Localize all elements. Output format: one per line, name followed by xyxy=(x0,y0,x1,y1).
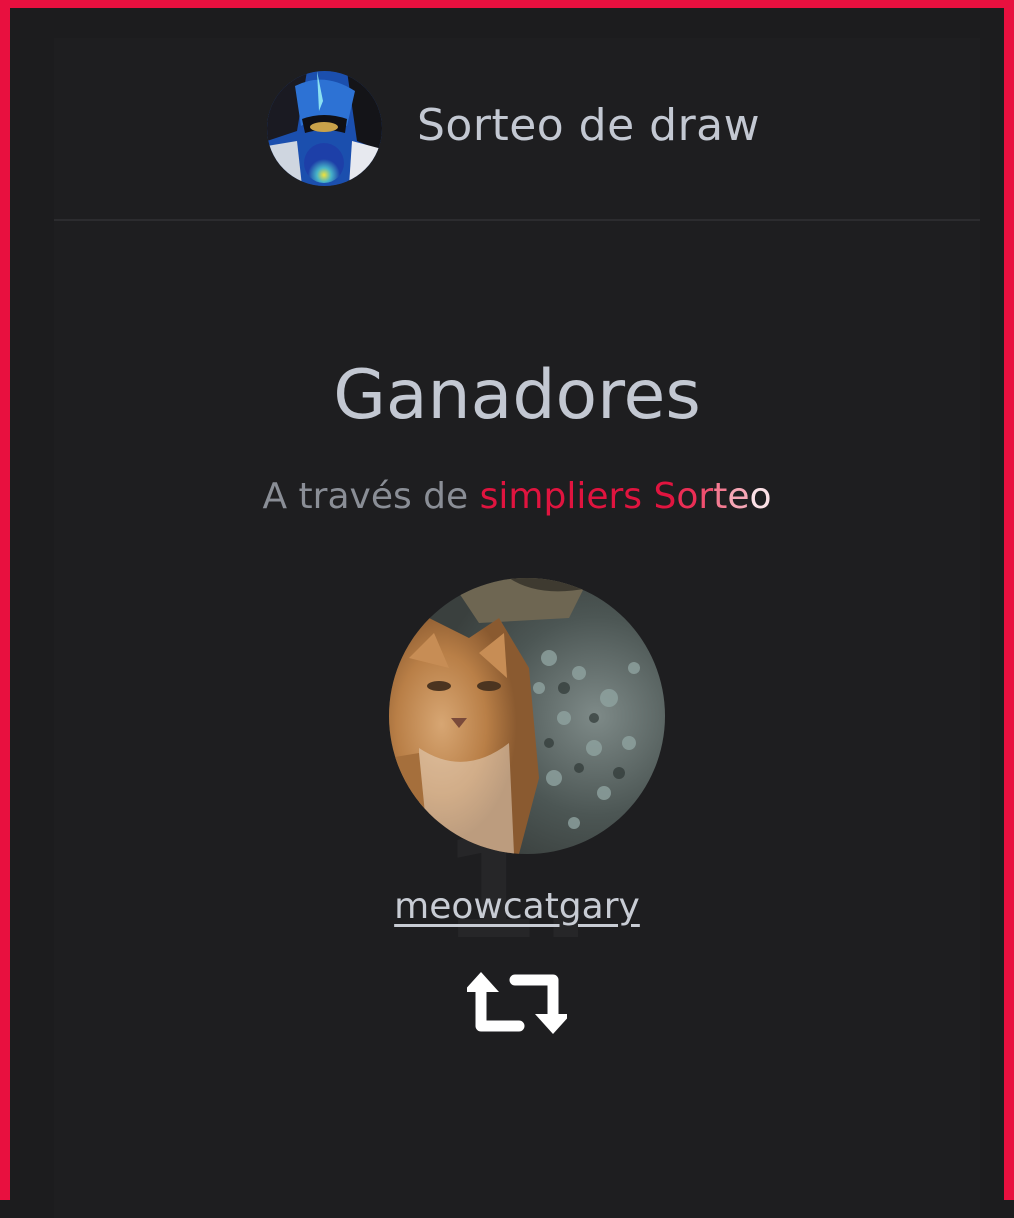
subtitle-letter: e xyxy=(727,476,750,517)
winner-username-link[interactable]: meowcatgary xyxy=(54,886,980,927)
profile-avatar xyxy=(267,71,382,186)
retweet-icon xyxy=(463,968,571,1038)
subtitle: A través de simpliers Sorteo xyxy=(54,476,980,517)
giveaway-card: Sorteo de draw Ganadores A través de sim… xyxy=(54,38,980,1218)
cat-avatar xyxy=(389,578,665,854)
header: Sorteo de draw xyxy=(54,38,980,221)
subtitle-letter: o xyxy=(749,476,772,517)
subtitle-letter: S xyxy=(653,476,677,517)
winners-heading: Ganadores xyxy=(333,356,701,435)
subtitle-letter: o xyxy=(676,476,699,517)
subtitle-letter: r xyxy=(698,476,714,517)
subtitle-prefix: A través de xyxy=(262,476,480,517)
page-title: Sorteo de draw xyxy=(417,100,761,151)
page-frame: Sorteo de draw Ganadores A través de sim… xyxy=(0,0,1014,1218)
brand-name: simpliers xyxy=(479,476,643,517)
subtitle-letter: t xyxy=(713,476,728,517)
